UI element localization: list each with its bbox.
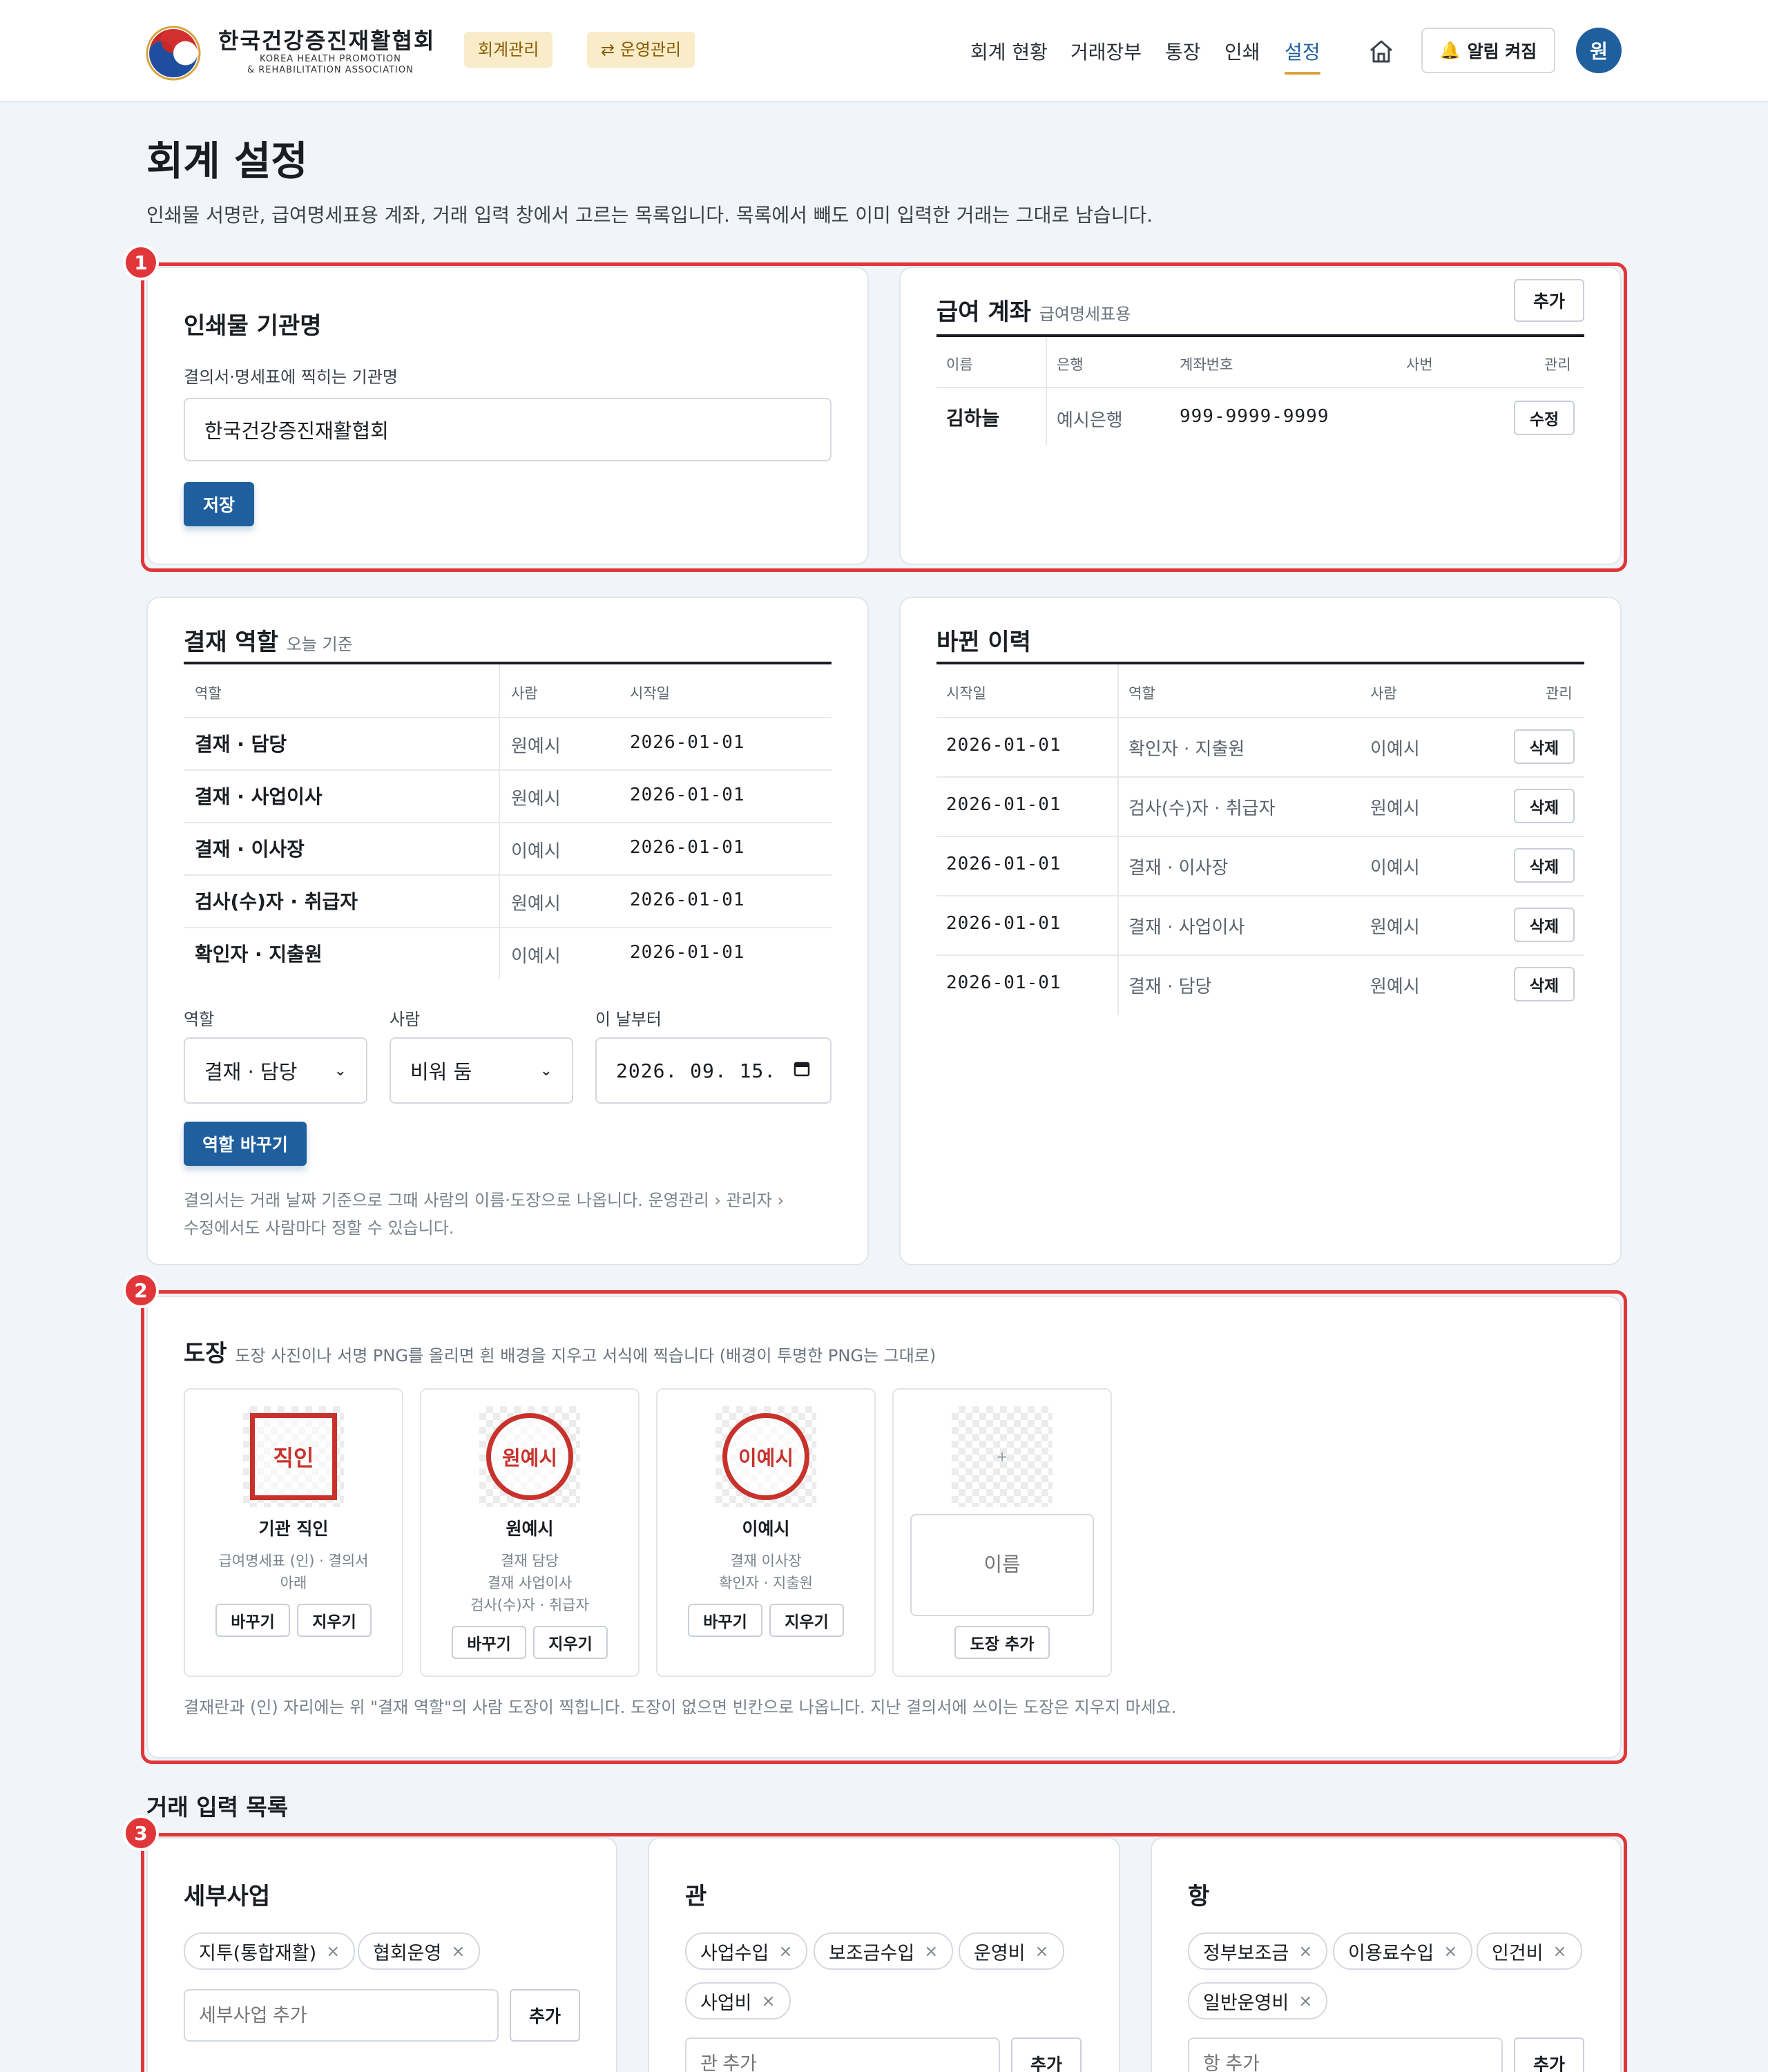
date-input-label: 이 날부터 xyxy=(595,1010,662,1029)
history-start: 2026-01-01 xyxy=(946,913,1061,934)
history-start: 2026-01-01 xyxy=(946,854,1061,874)
history-person: 이예시 xyxy=(1370,858,1420,879)
org-name-en-line2: & REHABILITATION ASSOCIATION xyxy=(247,65,414,75)
history-person: 원예시 xyxy=(1370,917,1420,938)
history-role: 결재 · 담당 xyxy=(1128,977,1212,997)
person-select[interactable]: 비워 둠 ⌄ xyxy=(390,1037,573,1104)
highlight-box-2 xyxy=(141,1290,1627,1764)
change-history-title: 바뀐 이력 xyxy=(936,629,1031,656)
history-role: 검사(수)자 · 취급자 xyxy=(1128,798,1276,819)
approval-roles-subtitle: 오늘 기준 xyxy=(286,635,353,654)
history-start: 2026-01-01 xyxy=(946,794,1061,815)
col-role: 역할 xyxy=(1128,685,1155,702)
role-start: 2026-01-01 xyxy=(630,837,745,858)
history-start: 2026-01-01 xyxy=(946,735,1061,756)
col-start: 시작일 xyxy=(630,685,670,702)
delete-history-button[interactable]: 삭제 xyxy=(1514,729,1575,764)
history-role: 확인자 · 지출원 xyxy=(1128,739,1245,760)
role-person: 원예시 xyxy=(511,736,561,757)
delete-history-button[interactable]: 삭제 xyxy=(1514,789,1575,823)
role-person: 원예시 xyxy=(511,789,561,809)
row-divider xyxy=(936,717,1584,718)
logo-icon xyxy=(145,25,202,81)
row-divider xyxy=(184,927,832,928)
role-person: 원예시 xyxy=(511,894,561,914)
role-name: 결재 · 담당 xyxy=(195,733,287,756)
history-person: 이예시 xyxy=(1370,739,1420,760)
badge-1: 1 xyxy=(123,244,159,280)
role-select[interactable]: 결재 · 담당 ⌄ xyxy=(184,1037,367,1104)
role-select-value: 결재 · 담당 xyxy=(204,1060,298,1084)
col-person: 사람 xyxy=(1370,685,1397,702)
role-name: 결재 · 이사장 xyxy=(195,838,305,861)
chevron-down-icon: ⌄ xyxy=(539,1062,552,1080)
row-divider xyxy=(936,836,1584,837)
badge-3: 3 xyxy=(123,1815,159,1851)
approval-roles-title-text: 결재 역할 xyxy=(184,629,278,656)
role-select-label: 역할 xyxy=(184,1010,215,1029)
role-name: 확인자 · 지출원 xyxy=(195,943,323,966)
start-date-value: 2026. 09. 15. xyxy=(616,1059,777,1082)
role-start: 2026-01-01 xyxy=(630,890,745,910)
col-manage: 관리 xyxy=(1546,685,1573,702)
badge-2: 2 xyxy=(123,1272,159,1308)
col-start: 시작일 xyxy=(946,685,986,702)
role-start: 2026-01-01 xyxy=(630,942,745,963)
table-rule xyxy=(936,662,1584,664)
person-select-label: 사람 xyxy=(390,1010,421,1029)
delete-history-button[interactable]: 삭제 xyxy=(1514,848,1575,883)
nav-settings[interactable]: 설정 xyxy=(1285,37,1320,65)
approval-note-line2: 수정에서도 사람마다 정할 수 있습니다. xyxy=(184,1218,454,1238)
entry-lists-title: 거래 입력 목록 xyxy=(146,1794,289,1821)
role-name: 결재 · 사업이사 xyxy=(195,785,323,808)
org-name-ko: 한국건강증진재활협회 xyxy=(218,28,436,54)
history-role: 결재 · 이사장 xyxy=(1128,858,1229,879)
approval-roles-title: 결재 역할 오늘 기준 xyxy=(184,623,353,657)
pill-accounting[interactable]: 회계관리 xyxy=(464,32,553,68)
role-start: 2026-01-01 xyxy=(630,732,745,753)
col-role: 역할 xyxy=(195,685,222,702)
role-name: 검사(수)자 · 취급자 xyxy=(195,890,358,913)
calendar-icon[interactable] xyxy=(793,1059,811,1082)
page-title: 회계 설정 xyxy=(146,137,308,184)
highlight-box-1 xyxy=(141,262,1627,572)
nav-ledger[interactable]: 거래장부 xyxy=(1070,37,1142,65)
history-person: 원예시 xyxy=(1370,977,1420,997)
role-person: 이예시 xyxy=(511,946,561,967)
col-person: 사람 xyxy=(511,685,538,702)
person-select-value: 비워 둠 xyxy=(410,1060,472,1084)
row-divider xyxy=(936,776,1584,778)
pill-operations[interactable]: ⇄ 운영관리 xyxy=(587,32,695,68)
history-person: 원예시 xyxy=(1370,798,1420,819)
alarm-toggle-button[interactable]: 🔔 알림 켜짐 xyxy=(1421,28,1555,73)
nav-active-indicator xyxy=(1285,72,1320,75)
history-start: 2026-01-01 xyxy=(946,972,1061,993)
page-description: 인쇄물 서명란, 급여명세표용 계좌, 거래 입력 창에서 고르는 목록입니다.… xyxy=(146,204,1153,227)
chevron-down-icon: ⌄ xyxy=(334,1062,347,1080)
table-rule xyxy=(184,662,832,664)
delete-history-button[interactable]: 삭제 xyxy=(1514,908,1575,942)
row-divider xyxy=(936,895,1584,896)
start-date-input[interactable]: 2026. 09. 15. xyxy=(595,1037,832,1104)
row-divider xyxy=(184,769,832,771)
role-person: 이예시 xyxy=(511,841,561,862)
bell-icon: 🔔 xyxy=(1439,41,1461,60)
row-divider xyxy=(184,874,832,876)
nav-dashboard[interactable]: 회계 현황 xyxy=(970,37,1048,65)
home-icon[interactable] xyxy=(1367,39,1395,64)
row-divider xyxy=(184,717,832,718)
approval-note-line1: 결의서는 거래 날짜 기준으로 그때 사람의 이름·도장으로 나옵니다. 운영관… xyxy=(184,1191,785,1210)
role-start: 2026-01-01 xyxy=(630,785,745,805)
alarm-label: 알림 켜짐 xyxy=(1467,41,1537,61)
org-name-en-line1: KOREA HEALTH PROMOTION xyxy=(260,54,401,64)
row-divider xyxy=(184,822,832,823)
nav-bankbook[interactable]: 통장 xyxy=(1165,37,1201,65)
delete-history-button[interactable]: 삭제 xyxy=(1514,967,1575,1001)
row-divider xyxy=(936,955,1584,956)
nav-print[interactable]: 인쇄 xyxy=(1224,37,1260,65)
highlight-box-3 xyxy=(141,1833,1627,2072)
history-role: 결재 · 사업이사 xyxy=(1128,917,1245,938)
user-avatar[interactable]: 원 xyxy=(1576,28,1622,73)
change-role-button[interactable]: 역할 바꾸기 xyxy=(184,1122,307,1166)
